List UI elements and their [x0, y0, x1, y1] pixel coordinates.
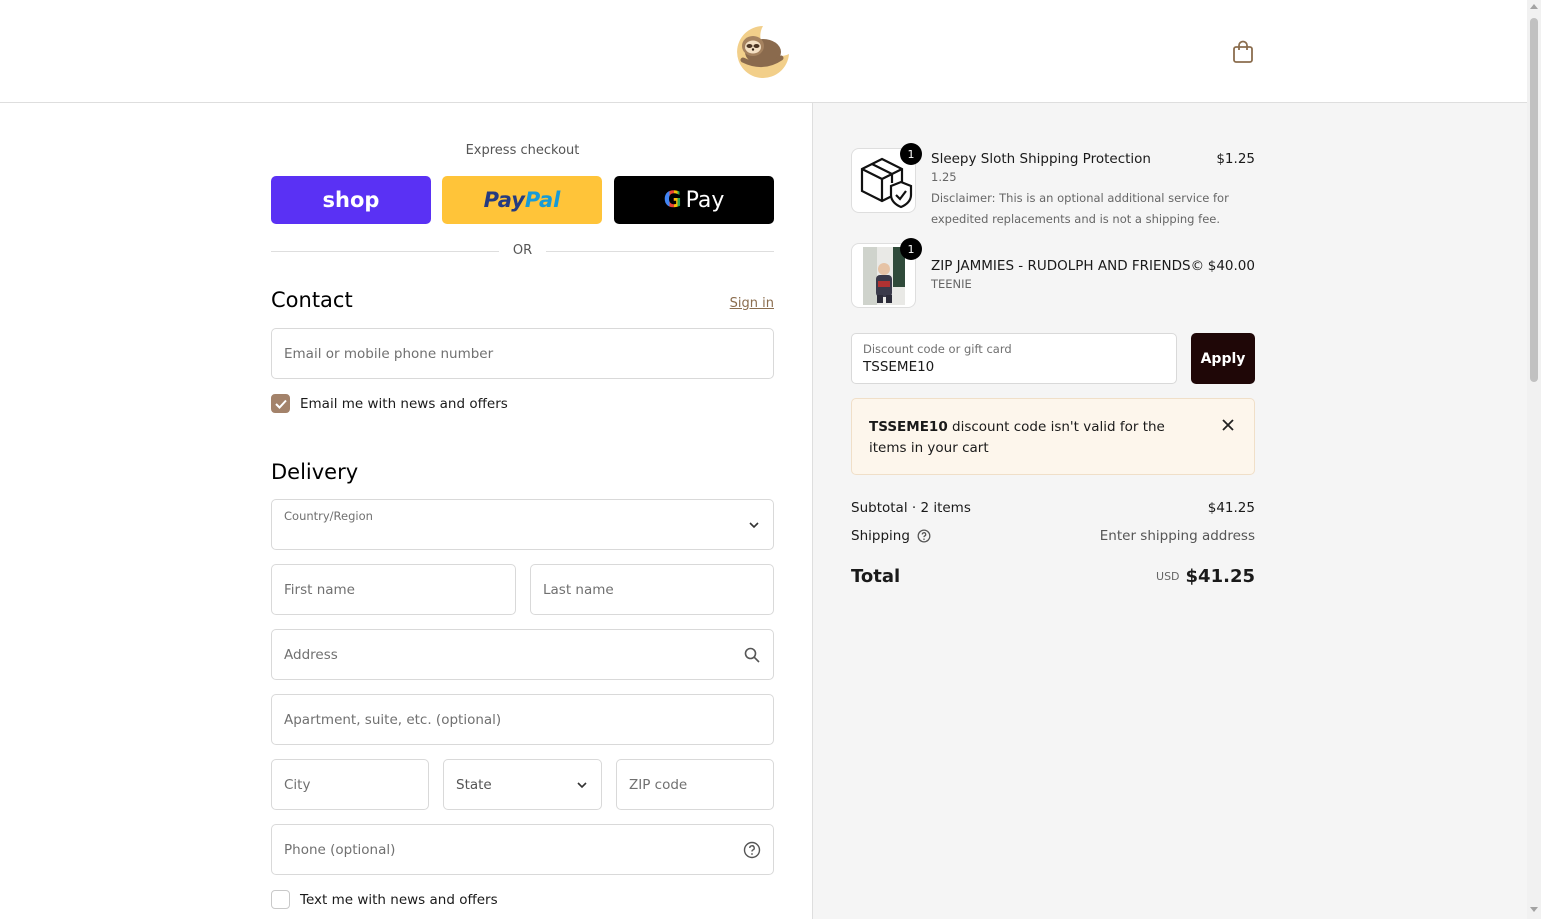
search-icon [744, 647, 760, 663]
page-scrollbar[interactable] [1527, 0, 1541, 919]
google-g-icon: G [663, 187, 682, 213]
google-pay-button[interactable]: G Pay [614, 176, 774, 224]
shop-pay-button[interactable]: shop [271, 176, 431, 224]
scroll-up-arrow-icon[interactable] [1530, 4, 1538, 9]
email-input[interactable] [272, 329, 773, 378]
phone-field[interactable] [271, 824, 774, 875]
apply-button[interactable]: Apply [1191, 333, 1255, 384]
first-name-input[interactable] [272, 565, 515, 614]
paypal-label-pay: Pay [483, 188, 525, 212]
sms-opt-in-label: Text me with news and offers [300, 891, 498, 908]
item-variant: 1.25 [931, 170, 957, 184]
city-input[interactable] [272, 760, 428, 809]
zip-field[interactable] [616, 759, 774, 810]
city-field[interactable] [271, 759, 429, 810]
help-circle-icon[interactable] [743, 841, 761, 859]
address-field[interactable] [271, 629, 774, 680]
total-label: Total [851, 566, 901, 587]
chevron-down-icon [577, 782, 587, 789]
product-photo [862, 246, 905, 305]
checkmark-icon [274, 399, 287, 409]
site-header [0, 0, 1527, 103]
sign-in-link[interactable]: Sign in [700, 296, 774, 311]
total-amount: $41.25 [1185, 566, 1255, 587]
contact-heading: Contact [271, 288, 353, 312]
country-label: Country/Region [284, 509, 373, 523]
first-name-field[interactable] [271, 564, 516, 615]
item-disclaimer-line-1: Disclaimer: This is an optional addition… [931, 191, 1229, 205]
shipping-value: Enter shipping address [1099, 528, 1255, 544]
address-input[interactable] [272, 630, 773, 679]
sms-opt-in-row[interactable]: Text me with news and offers [271, 890, 498, 909]
item-price: $40.00 [1207, 258, 1255, 274]
divider-line-left [271, 251, 499, 252]
email-opt-in-row[interactable]: Email me with news and offers [271, 394, 508, 413]
shopping-bag-icon[interactable] [1232, 40, 1254, 64]
apartment-field[interactable] [271, 694, 774, 745]
subtotal-value: $41.25 [1207, 500, 1255, 516]
email-opt-in-label: Email me with news and offers [300, 395, 508, 412]
discount-code-field[interactable]: Discount code or gift card TSSEME10 [851, 333, 1177, 384]
country-select[interactable]: Country/Region [271, 499, 774, 550]
item-variant: TEENIE [931, 277, 972, 291]
item-price: $1.25 [1216, 151, 1255, 167]
quantity-badge: 1 [900, 143, 922, 165]
email-opt-in-checkbox[interactable] [271, 394, 290, 413]
total-currency: USD [1156, 570, 1180, 583]
total-value-group: USD $41.25 [1055, 566, 1255, 587]
scroll-down-arrow-icon[interactable] [1530, 907, 1538, 912]
phone-input[interactable] [272, 825, 773, 874]
discount-label: Discount code or gift card [863, 342, 1012, 356]
discount-value: TSSEME10 [863, 359, 935, 375]
state-placeholder: State [456, 777, 492, 793]
zip-input[interactable] [617, 760, 773, 809]
express-checkout-title: Express checkout [465, 143, 580, 158]
paypal-label-pal: Pal [524, 188, 561, 212]
state-select[interactable]: State [443, 759, 602, 810]
help-circle-icon[interactable] [917, 529, 931, 543]
or-label: OR [512, 243, 533, 258]
scrollbar-thumb[interactable] [1530, 18, 1538, 382]
shipping-label: Shipping [851, 528, 910, 544]
item-disclaimer-line-2: expedited replacements and is not a ship… [931, 212, 1220, 226]
chevron-down-icon [749, 522, 759, 529]
shop-pay-label: shop [322, 188, 380, 212]
paypal-button[interactable]: Pay Pal [442, 176, 602, 224]
apartment-input[interactable] [272, 695, 773, 744]
or-divider: OR [271, 242, 774, 262]
close-icon[interactable] [1221, 418, 1235, 432]
shipping-row: Shipping [851, 528, 931, 544]
last-name-input[interactable] [531, 565, 773, 614]
quantity-badge: 1 [900, 238, 922, 260]
item-name: Sleepy Sloth Shipping Protection [931, 151, 1151, 167]
sleepy-sloth-logo[interactable] [733, 22, 793, 78]
delivery-heading: Delivery [271, 460, 359, 484]
subtotal-label: Subtotal · 2 items [851, 500, 971, 516]
google-pay-label: Pay [685, 187, 725, 213]
alert-code: TSSEME10 [869, 419, 948, 435]
divider-line-right [546, 251, 774, 252]
discount-error-alert: TSSEME10 discount code isn't valid for t… [851, 398, 1255, 475]
email-field[interactable] [271, 328, 774, 379]
alert-message: TSSEME10 discount code isn't valid for t… [869, 417, 1199, 459]
sms-opt-in-checkbox[interactable] [271, 890, 290, 909]
last-name-field[interactable] [530, 564, 774, 615]
